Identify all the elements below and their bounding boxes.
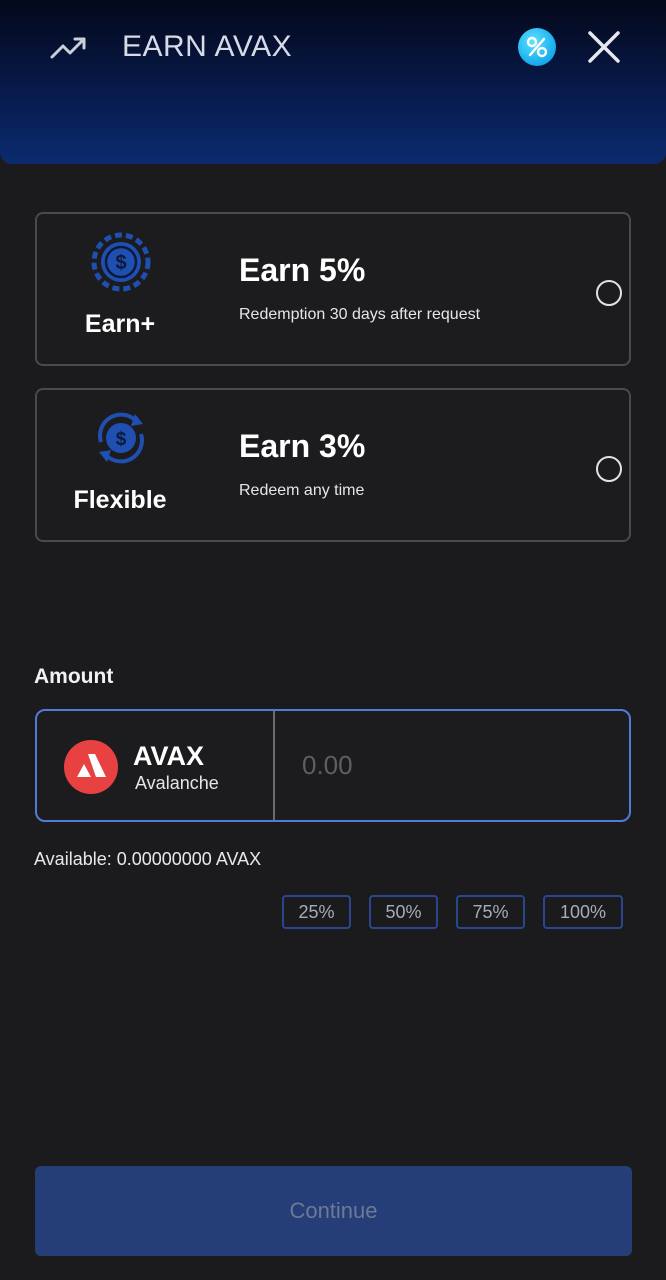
continue-button[interactable]: Continue — [35, 1166, 632, 1256]
percent-25-button[interactable]: 25% — [282, 895, 351, 929]
percent-100-button[interactable]: 100% — [543, 895, 623, 929]
option-card-flexible[interactable]: $ Flexible Earn 3% Redeem any time — [35, 388, 631, 542]
token-symbol: AVAX — [133, 741, 205, 771]
earn-screen: EARN AVAX $ Earn+ Earn 5% Redemption 30 … — [0, 0, 666, 1280]
available-balance: Available: 0.00000000 AVAX — [34, 849, 262, 869]
header: EARN AVAX — [0, 0, 666, 164]
avalanche-logo-icon — [64, 740, 118, 794]
amount-input[interactable] — [289, 737, 609, 793]
plan-radio[interactable] — [596, 280, 622, 306]
trending-up-icon — [50, 37, 86, 59]
svg-text:$: $ — [116, 429, 127, 450]
amount-field: AVAX Avalanche — [35, 709, 631, 822]
plan-rate: Earn 5% — [239, 252, 366, 288]
percent-75-button[interactable]: 75% — [456, 895, 525, 929]
plan-name: Flexible — [73, 486, 167, 514]
svg-text:$: $ — [115, 252, 126, 274]
plan-rate: Earn 3% — [239, 428, 366, 464]
divider — [273, 711, 275, 820]
amount-label: Amount — [34, 665, 114, 688]
plan-radio[interactable] — [596, 456, 622, 482]
plan-description: Redemption 30 days after request — [239, 306, 481, 323]
close-icon[interactable] — [586, 29, 622, 65]
plan-description: Redeem any time — [239, 482, 365, 499]
plan-name: Earn+ — [84, 310, 156, 338]
token-name: Avalanche — [135, 773, 219, 793]
dollar-coin-icon: $ — [91, 232, 151, 292]
dollar-refresh-icon: $ — [98, 412, 144, 464]
page-title: EARN AVAX — [122, 30, 293, 63]
option-card-earn-plus[interactable]: $ Earn+ Earn 5% Redemption 30 days after… — [35, 212, 631, 366]
percent-50-button[interactable]: 50% — [369, 895, 438, 929]
percent-badge-icon[interactable] — [518, 28, 556, 66]
